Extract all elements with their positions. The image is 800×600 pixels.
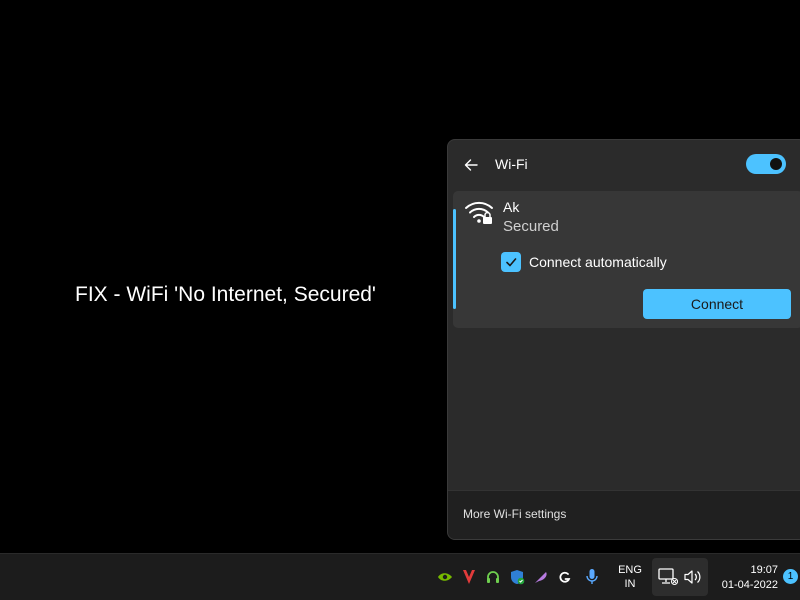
flyout-header: Wi-Fi [448,140,800,190]
toggle-knob [770,158,782,170]
nvidia-icon[interactable] [436,568,454,586]
wifi-secured-icon [465,201,493,224]
desktop: FIX - WiFi 'No Internet, Secured' Wi-Fi [0,0,800,553]
flyout-footer: More Wi-Fi settings [448,490,800,539]
checkmark-icon [506,258,517,267]
quick-settings-button[interactable] [652,558,708,596]
overlay-title: FIX - WiFi 'No Internet, Secured' [75,283,376,306]
feather-icon[interactable] [532,568,550,586]
network-name: Ak [503,199,520,215]
selection-indicator [453,209,456,309]
clock-time: 19:07 [750,564,778,576]
flyout-title: Wi-Fi [495,156,528,172]
connect-automatically-checkbox[interactable]: Connect automatically [501,251,667,273]
checkbox[interactable] [501,252,521,272]
more-wifi-settings-link[interactable]: More Wi-Fi settings [463,507,566,521]
logitech-icon[interactable] [556,568,574,586]
windows-security-icon[interactable] [508,568,526,586]
headset-icon[interactable] [484,568,502,586]
language-code: ENG [618,564,642,576]
language-indicator[interactable]: ENG IN [614,563,646,591]
microphone-icon[interactable] [583,568,601,586]
clock-date: 01-04-2022 [721,579,778,591]
clock[interactable]: 19:07 01-04-2022 [712,563,778,593]
checkbox-label: Connect automatically [529,254,667,270]
notification-badge[interactable]: 1 [783,569,798,584]
antivirus-icon[interactable] [460,568,478,586]
network-card[interactable]: Ak Secured Connect automatically Connect [453,191,800,328]
taskbar: ENG IN 19:07 01-04-2022 1 [0,553,800,600]
back-arrow-icon [464,159,478,171]
back-button[interactable] [458,152,484,178]
region-code: IN [624,578,636,590]
network-status: Secured [503,218,559,235]
volume-icon [684,570,701,584]
connect-button[interactable]: Connect [643,289,791,319]
network-icon [658,568,678,586]
wifi-toggle[interactable] [746,154,786,174]
wifi-flyout: Wi-Fi Ak Secured Connect automatically C… [447,139,800,540]
